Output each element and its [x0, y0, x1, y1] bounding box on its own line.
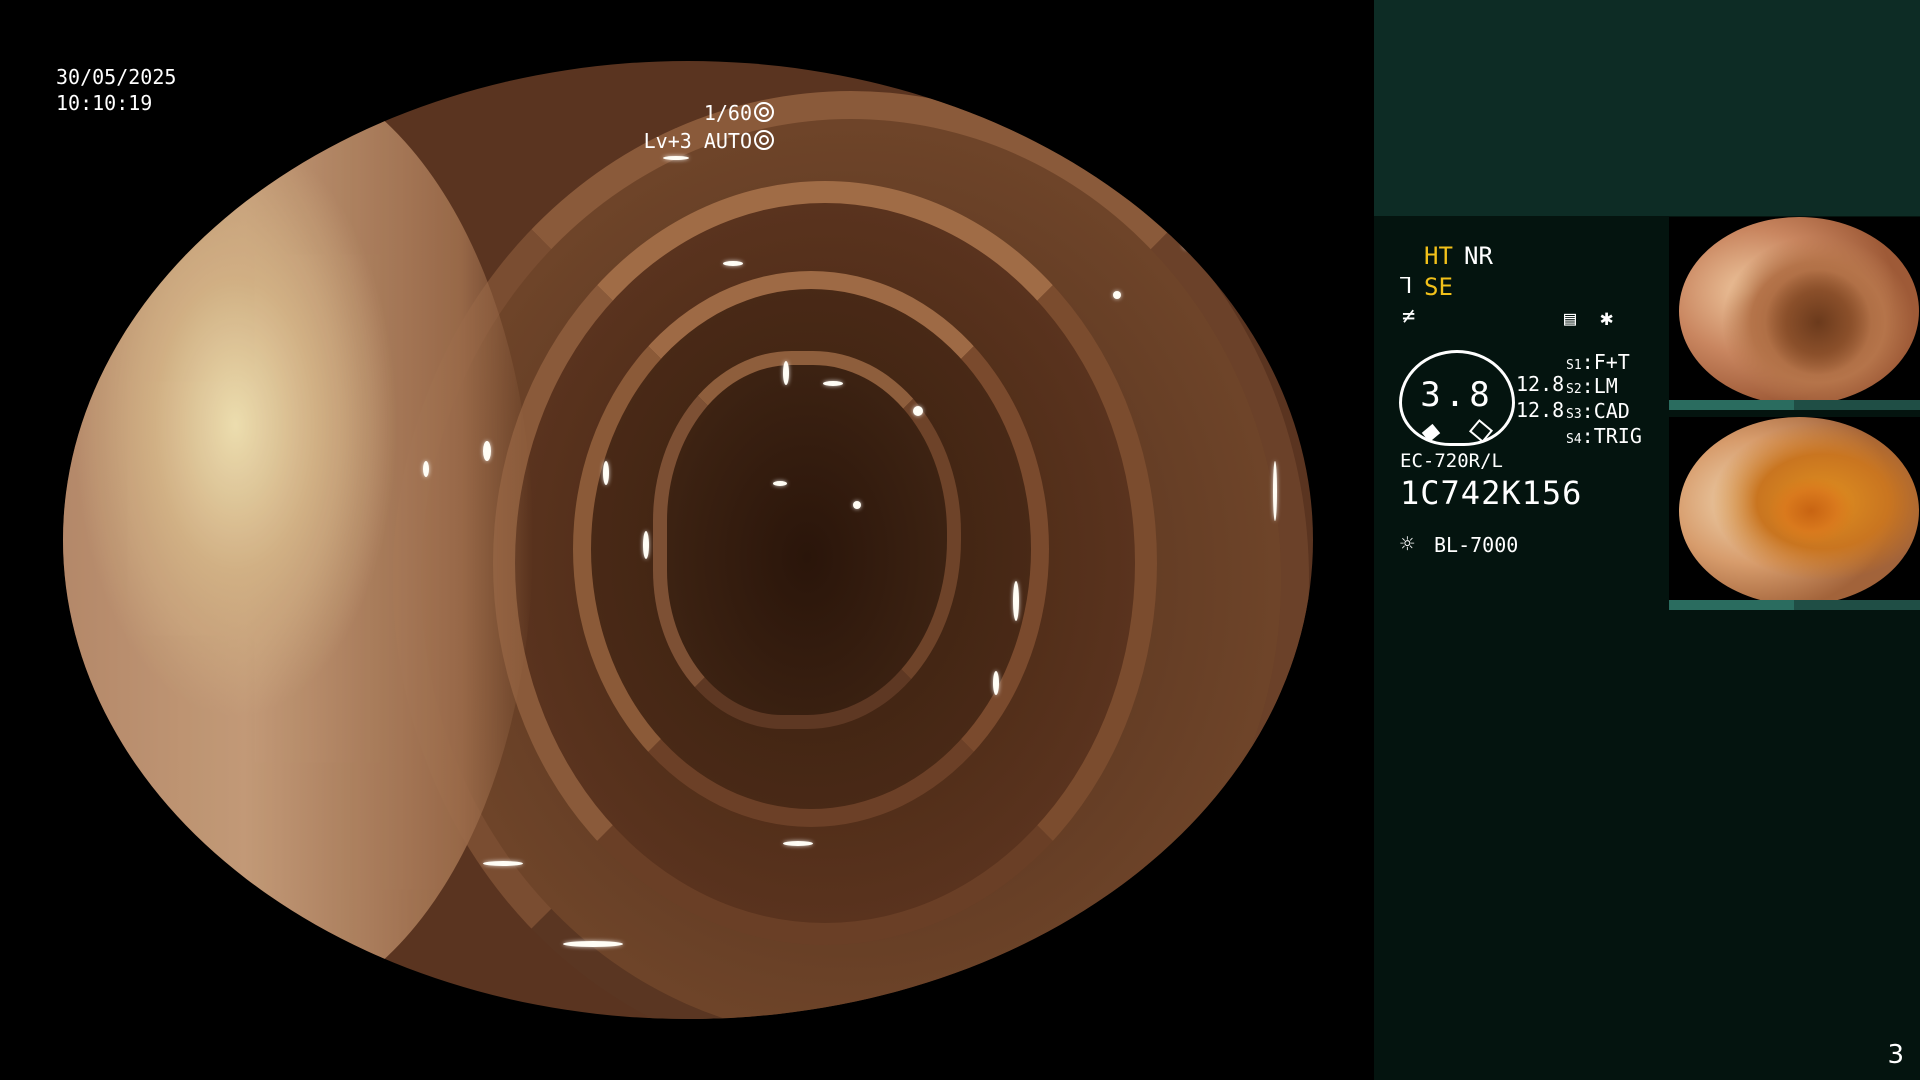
thumbnail-image [1679, 417, 1919, 605]
capture-date: 30/05/2025 [56, 65, 177, 89]
glint [643, 531, 649, 559]
glint [483, 441, 491, 461]
endoscope-view: 30/05/2025 10:10:19 1/60 Lv+3 AUTO [0, 0, 1374, 1080]
slot-s4: S4:TRIG [1566, 424, 1642, 448]
glint [1183, 241, 1191, 249]
capture-star-icon: ✱ [1600, 306, 1614, 331]
info-panel: HT NR ⅂ SE ≠ ▤ ✱ 3.8 12.8 12.8 S1:F+T S2… [1374, 0, 1920, 1080]
glint [783, 361, 789, 385]
record-icon: ▤ [1564, 306, 1577, 330]
glint [1013, 581, 1019, 621]
info-panel-header [1374, 0, 1920, 216]
thumbnail-bar [1669, 600, 1920, 610]
frame-mask-top [0, 0, 1374, 61]
mode-nr: NR [1464, 242, 1493, 270]
frame-mask-bottom [0, 1019, 1374, 1080]
thumbnail-bar-fill [1669, 400, 1794, 410]
mode-ht: HT [1424, 242, 1453, 270]
thumbnail-image [1679, 217, 1919, 405]
thumbnail-2[interactable] [1669, 417, 1920, 610]
glint [663, 156, 689, 160]
slot-s2: S2:LM [1566, 374, 1618, 398]
glint [563, 941, 623, 947]
endoscope-image [63, 61, 1313, 1019]
illuminated-wall [63, 61, 533, 1019]
glint [363, 109, 389, 116]
glint [823, 381, 843, 386]
freeze-icon: ≠ [1402, 304, 1416, 329]
glint [993, 671, 999, 695]
gauge-left-mark [1421, 423, 1441, 443]
glint [333, 101, 351, 111]
light-source-icon: ☼ [1400, 530, 1415, 558]
slot-s3: S3:CAD [1566, 399, 1630, 423]
reading-b: 12.8 [1516, 398, 1565, 422]
shutter-icon [754, 102, 774, 122]
thumbnail-bar [1669, 400, 1920, 410]
glint [783, 841, 813, 846]
glint [603, 461, 609, 485]
gauge-value: 3.8 [1420, 375, 1494, 415]
se-enhance-icon: ⅂ [1400, 274, 1413, 299]
mode-se: SE [1424, 273, 1453, 301]
glint [723, 261, 743, 266]
glint [423, 461, 429, 477]
exposure-level: Lv+3 AUTO [644, 127, 774, 155]
reading-a: 12.8 [1516, 372, 1565, 396]
light-source-model: BL-7000 [1434, 533, 1519, 557]
glint [1273, 461, 1277, 521]
glint [483, 861, 523, 866]
capture-time: 10:10:19 [56, 91, 153, 115]
slot-s1: S1:F+T [1566, 350, 1630, 374]
gauge-right-mark [1468, 419, 1494, 443]
scope-model: EC-720R/L [1400, 450, 1503, 472]
glint [913, 406, 923, 416]
gauge: 3.8 [1399, 350, 1515, 446]
shutter-speed: 1/60 [704, 99, 774, 127]
auto-iris-icon [754, 130, 774, 150]
thumbnail-bar-fill [1669, 600, 1794, 610]
glint [853, 501, 861, 509]
scope-serial: 1C742K156 [1400, 474, 1583, 512]
glint [773, 481, 787, 486]
thumbnail-1[interactable] [1669, 217, 1920, 410]
page-number: 3 [1887, 1040, 1904, 1070]
glint [1113, 291, 1121, 299]
